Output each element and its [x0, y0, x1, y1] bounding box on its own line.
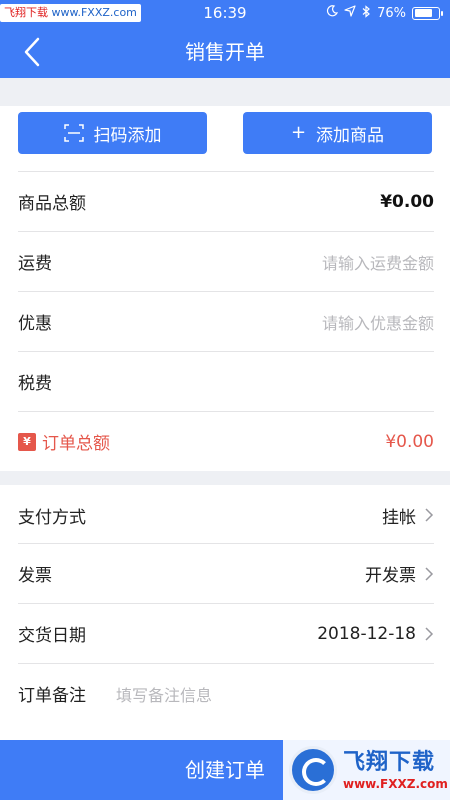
goods-total-row: 商品总额 ¥0.00	[18, 171, 434, 231]
scan-icon	[63, 124, 84, 142]
watermark-logo	[289, 746, 337, 794]
shipping-row[interactable]: 运费 请输入运费金额	[18, 231, 434, 291]
chevron-right-icon	[425, 508, 434, 522]
plus-icon: +	[290, 122, 307, 143]
delivery-date-value-group: 2018-12-18	[317, 624, 434, 644]
order-total-row: ¥ 订单总额 ¥0.00	[18, 411, 434, 471]
invoice-value-group: 开发票	[365, 561, 434, 586]
watermark-small-text: www.FXXZ.com	[343, 777, 448, 791]
navbar: 销售开单	[0, 26, 450, 78]
order-total-label: 订单总额	[42, 434, 110, 454]
payment-method-row[interactable]: 支付方式 挂帐	[18, 485, 434, 545]
delivery-date-value: 2018-12-18	[317, 623, 416, 644]
add-product-button[interactable]: + 添加商品	[243, 112, 432, 154]
watermark-bottom-right: 飞翔下载 www.FXXZ.com	[283, 740, 450, 800]
shipping-label: 运费	[18, 254, 52, 274]
add-product-label: 添加商品	[316, 125, 385, 146]
goods-total-value: ¥0.00	[380, 191, 434, 212]
ticket-icon: ¥	[18, 432, 36, 451]
order-note-label: 订单备注	[18, 686, 86, 706]
tax-label: 税费	[18, 374, 52, 394]
discount-label: 优惠	[18, 314, 52, 334]
action-buttons: 扫码添加 + 添加商品	[0, 106, 450, 170]
delivery-date-label: 交货日期	[18, 626, 86, 646]
payment-method-label: 支付方式	[18, 507, 86, 528]
tax-row[interactable]: 税费	[18, 351, 434, 411]
battery-fill	[414, 9, 432, 17]
bluetooth-icon	[362, 4, 371, 22]
moon-icon	[326, 5, 339, 21]
status-bar: 飞翔下载 www.FXXZ.com 16:39 76%	[0, 0, 450, 26]
invoice-label: 发票	[18, 566, 52, 586]
battery-icon	[412, 6, 443, 20]
watermark-big-text: 飞翔下载	[343, 750, 436, 775]
section-gap-middle	[0, 471, 450, 485]
payment-method-value-group: 挂帐	[382, 503, 434, 528]
order-note-input[interactable]: 填写备注信息	[116, 682, 212, 706]
location-arrow-icon	[344, 5, 356, 21]
discount-row[interactable]: 优惠 请输入优惠金额	[18, 291, 434, 351]
battery-text: 76%	[377, 5, 406, 21]
invoice-value: 开发票	[365, 566, 416, 586]
status-right: 76%	[326, 4, 443, 22]
page-title: 销售开单	[185, 40, 265, 64]
scan-add-button[interactable]: 扫码添加	[18, 112, 207, 154]
invoice-row[interactable]: 发票 开发票	[18, 543, 434, 603]
goods-total-label: 商品总额	[18, 194, 86, 214]
watermark-text-group: 飞翔下载 www.FXXZ.com	[343, 749, 448, 791]
order-total-label-group: ¥ 订单总额	[18, 429, 110, 454]
order-total-value: ¥0.00	[385, 431, 434, 452]
chevron-right-icon	[425, 566, 434, 581]
delivery-date-row[interactable]: 交货日期 2018-12-18	[18, 603, 434, 663]
order-note-row[interactable]: 订单备注 填写备注信息	[18, 663, 434, 723]
discount-input[interactable]: 请输入优惠金额	[322, 310, 434, 334]
scan-add-label: 扫码添加	[93, 125, 162, 146]
top-bar: 飞翔下载 www.FXXZ.com 16:39 76% 销售开单	[0, 0, 450, 78]
section-gap-top	[0, 78, 450, 106]
payment-method-value: 挂帐	[382, 507, 416, 528]
chevron-right-icon	[425, 626, 434, 641]
shipping-input[interactable]: 请输入运费金额	[322, 250, 434, 274]
